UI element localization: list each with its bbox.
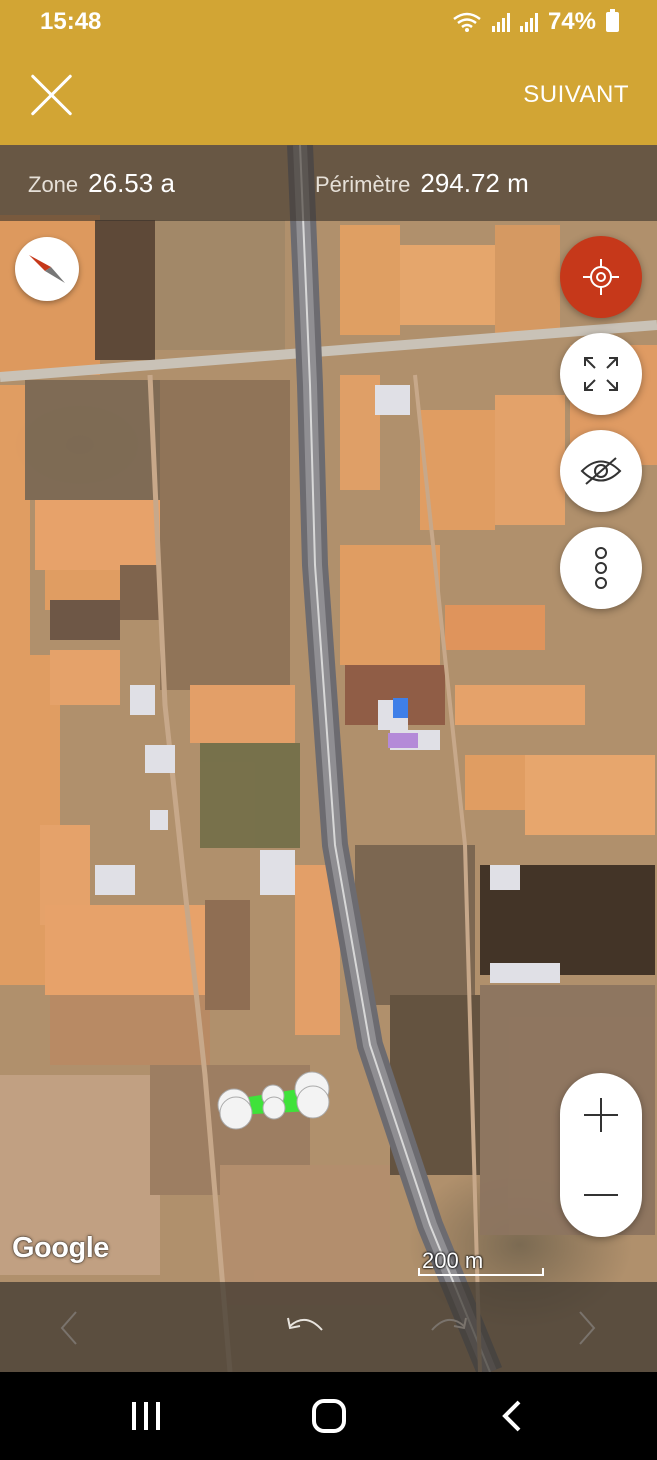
recents-icon xyxy=(132,1402,160,1430)
map-imagery xyxy=(0,145,657,1372)
status-time: 15:48 xyxy=(40,8,102,35)
fullscreen-icon xyxy=(584,357,618,391)
perimeter-readout: Périmètre 294.72 m xyxy=(315,168,529,199)
edit-toolbar xyxy=(0,1282,657,1372)
visibility-off-icon xyxy=(580,457,622,485)
close-icon[interactable] xyxy=(30,73,74,117)
my-location-button[interactable] xyxy=(560,236,642,318)
more-vertical-icon xyxy=(595,547,607,589)
my-location-icon xyxy=(583,259,619,295)
zoom-in-button[interactable] xyxy=(560,1073,642,1155)
app-toolbar: SUIVANT xyxy=(0,44,657,145)
more-options-button[interactable] xyxy=(560,527,642,609)
next-button-arrow[interactable] xyxy=(562,1304,610,1352)
undo-icon xyxy=(287,1317,323,1331)
zoom-out-button[interactable] xyxy=(560,1155,642,1237)
status-bar: 15:48 74% xyxy=(0,0,657,44)
zoom-control xyxy=(560,1073,642,1237)
signal-icon xyxy=(491,12,510,32)
home-button[interactable] xyxy=(309,1396,349,1436)
zoom-in-icon xyxy=(584,1098,618,1132)
area-readout: Zone 26.53 a xyxy=(28,168,175,199)
zoom-out-icon xyxy=(584,1194,618,1196)
status-icons: 74% xyxy=(452,8,619,36)
redo-icon xyxy=(431,1317,467,1331)
area-value: 26.53 a xyxy=(88,167,175,198)
compass-icon[interactable] xyxy=(15,237,79,301)
system-navigation-bar xyxy=(0,1372,657,1460)
next-icon xyxy=(579,1311,596,1345)
measurement-bar: Zone 26.53 a Périmètre 294.72 m xyxy=(0,145,657,221)
signal-icon xyxy=(519,12,538,32)
home-icon xyxy=(312,1399,346,1433)
wifi-icon xyxy=(453,12,481,32)
undo-button[interactable] xyxy=(282,1304,330,1352)
scale-line xyxy=(418,1268,544,1276)
perimeter-value: 294.72 m xyxy=(420,167,529,198)
fullscreen-button[interactable] xyxy=(560,333,642,415)
perimeter-label: Périmètre xyxy=(315,171,411,197)
visibility-toggle-button[interactable] xyxy=(560,430,642,512)
area-label: Zone xyxy=(28,171,79,197)
back-icon xyxy=(502,1400,521,1432)
previous-icon xyxy=(60,1311,77,1345)
recents-button[interactable] xyxy=(126,1396,166,1436)
google-logo: Google xyxy=(12,1232,109,1264)
battery-percent: 74% xyxy=(547,8,596,35)
back-button[interactable] xyxy=(493,1396,533,1436)
previous-button[interactable] xyxy=(46,1304,94,1352)
next-button[interactable]: SUIVANT xyxy=(523,81,629,109)
redo-button[interactable] xyxy=(424,1304,472,1352)
scale-bar: 200 m xyxy=(418,1248,546,1278)
satellite-map[interactable] xyxy=(0,145,657,1372)
battery-icon xyxy=(606,9,619,32)
